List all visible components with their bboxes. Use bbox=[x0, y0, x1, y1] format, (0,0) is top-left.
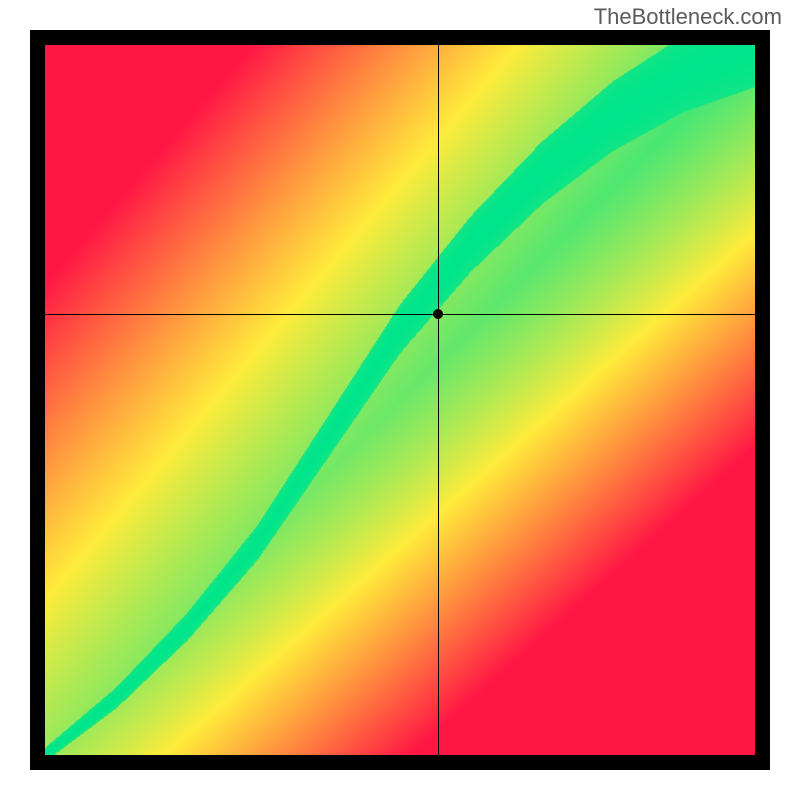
plot-frame bbox=[30, 30, 770, 770]
crosshair-vertical bbox=[438, 45, 439, 755]
marker-point-icon bbox=[433, 309, 443, 319]
chart-container: TheBottleneck.com bbox=[0, 0, 800, 800]
watermark-text: TheBottleneck.com bbox=[594, 4, 782, 30]
plot-area bbox=[45, 45, 755, 755]
heatmap-canvas bbox=[45, 45, 755, 755]
crosshair-horizontal bbox=[45, 314, 755, 315]
